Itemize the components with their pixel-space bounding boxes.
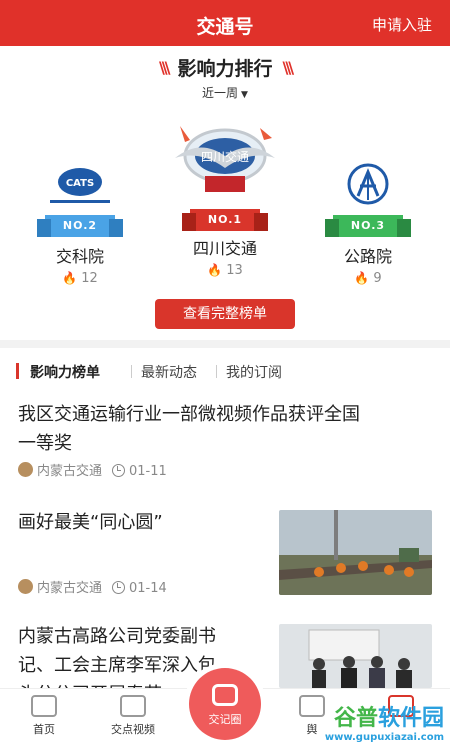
news-title-line: 我区交通运输行业一部微视频作品获评全国 bbox=[18, 404, 360, 425]
nav-video[interactable]: 交点视频 bbox=[103, 695, 163, 737]
rank-name-2: 交科院 bbox=[55, 247, 104, 266]
news-meta: 内蒙古交通 01-14 bbox=[18, 577, 167, 596]
view-full-list-button[interactable]: 查看完整榜单 bbox=[155, 299, 295, 329]
home-icon bbox=[31, 695, 57, 717]
rank-score-1: 🔥 13 bbox=[207, 263, 243, 278]
decor-slash-left-icon: \\\ bbox=[158, 58, 170, 77]
nav-home[interactable]: 首页 bbox=[14, 695, 74, 737]
news-source: 内蒙古交通 bbox=[37, 464, 103, 479]
tab-my-subscriptions[interactable]: 我的订阅 bbox=[226, 362, 282, 382]
circle-hub-icon bbox=[212, 684, 238, 706]
rank-badge-1: NO.1 bbox=[181, 209, 269, 231]
rank-badge-3: NO.3 bbox=[324, 215, 412, 237]
rank-score-3: 🔥 9 bbox=[354, 271, 382, 286]
section-divider bbox=[0, 340, 450, 348]
decor-slash-right-icon: \\\ bbox=[282, 58, 294, 77]
watermark-url: www.gupuxiazai.com bbox=[324, 732, 444, 743]
rank-score-2: 🔥 12 bbox=[62, 271, 98, 286]
nav-fourth-label: 舆 bbox=[306, 723, 318, 736]
highway-institute-logo-icon bbox=[347, 163, 389, 205]
rank-name-3: 公路院 bbox=[343, 247, 392, 266]
watermark-brand: 谷普软件园 bbox=[333, 706, 444, 731]
rank-card-2[interactable]: CATS NO.2 交科院 🔥 12 bbox=[30, 160, 130, 286]
rank-name-1: 四川交通 bbox=[192, 239, 257, 258]
tab-divider bbox=[216, 365, 217, 378]
flame-icon: 🔥 bbox=[62, 271, 78, 285]
clock-icon bbox=[112, 464, 126, 477]
rank-badge-2: NO.2 bbox=[36, 215, 124, 237]
nav-video-label: 交点视频 bbox=[111, 723, 155, 736]
period-dropdown[interactable]: 近一周 ▼ bbox=[0, 84, 450, 101]
news-thumbnail[interactable] bbox=[279, 624, 432, 688]
chat-icon bbox=[299, 695, 325, 717]
rank-card-3[interactable]: NO.3 公路院 🔥 9 bbox=[318, 160, 418, 286]
flame-icon: 🔥 bbox=[354, 271, 370, 285]
video-icon bbox=[120, 695, 146, 717]
cats-logo-text: CATS bbox=[66, 178, 94, 189]
active-tab-indicator bbox=[16, 363, 19, 379]
news-thumbnail[interactable] bbox=[279, 510, 432, 595]
news-date: 01-11 bbox=[129, 464, 167, 479]
ranking-title-row: \\\ 影响力排行 \\\ bbox=[0, 54, 450, 81]
clock-icon bbox=[112, 581, 126, 594]
sichuan-transport-logo-icon: 四川交通 bbox=[175, 126, 275, 192]
period-label: 近一周 bbox=[202, 86, 239, 100]
site-watermark: 谷普软件园 www.gupuxiazai.com bbox=[325, 700, 444, 743]
caret-down-icon: ▼ bbox=[241, 90, 248, 100]
tab-influence-list[interactable]: 影响力榜单 bbox=[30, 362, 100, 382]
feed-tabs: 影响力榜单 最新动态 我的订阅 bbox=[0, 358, 450, 388]
center-button-label: 交记圈 bbox=[208, 713, 242, 726]
news-title-line: 内蒙古高路公司党委副书 bbox=[18, 626, 216, 647]
news-item[interactable]: 我区交通运输行业一部微视频作品获评全国 一等奖 bbox=[18, 400, 433, 458]
rank-card-1[interactable]: 四川交通 NO.1 四川交通 🔥 13 bbox=[145, 118, 305, 278]
tab-latest[interactable]: 最新动态 bbox=[141, 362, 197, 382]
ranking-title: 影响力排行 bbox=[177, 58, 273, 80]
meeting-photo bbox=[279, 624, 432, 688]
news-title-line: 一等奖 bbox=[18, 433, 72, 454]
news-meta: 内蒙古交通 01-11 bbox=[18, 460, 167, 479]
center-circle-button[interactable]: 交记圈 bbox=[189, 668, 261, 740]
apply-join-link[interactable]: 申请入驻 bbox=[372, 14, 432, 35]
news-title: 画好最美“同心圆” bbox=[18, 512, 163, 533]
source-avatar bbox=[18, 579, 33, 594]
top-bar: 交通号 申请入驻 bbox=[0, 0, 450, 46]
source-avatar bbox=[18, 462, 33, 477]
news-date: 01-14 bbox=[129, 581, 167, 596]
logo-text: 四川交通 bbox=[201, 149, 249, 164]
news-item[interactable]: 画好最美“同心圆” bbox=[18, 508, 268, 537]
nav-home-label: 首页 bbox=[33, 723, 55, 736]
flame-icon: 🔥 bbox=[207, 263, 223, 277]
cats-logo-icon: CATS bbox=[50, 168, 110, 203]
railway-workers-photo bbox=[279, 510, 432, 595]
tab-divider bbox=[131, 365, 132, 378]
news-source: 内蒙古交通 bbox=[37, 581, 103, 596]
